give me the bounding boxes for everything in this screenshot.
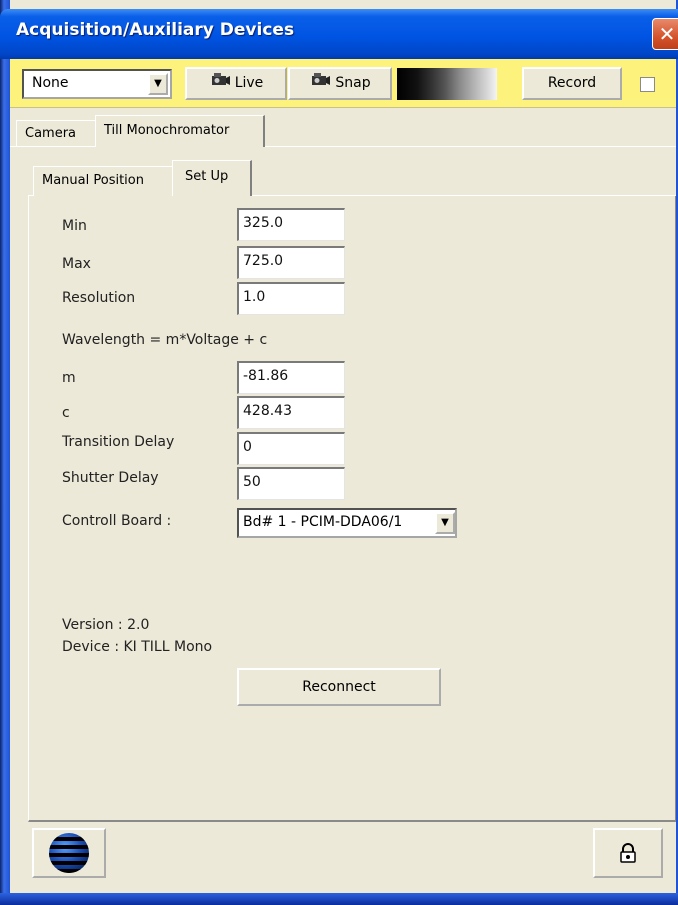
shutter-delay-field[interactable]: 50: [237, 467, 345, 500]
shutter-delay-label: Shutter Delay: [62, 470, 159, 486]
m-label: m: [62, 370, 76, 386]
record-checkbox[interactable]: [640, 77, 655, 92]
tab-camera[interactable]: Camera: [16, 120, 96, 146]
close-button[interactable]: ✕: [652, 18, 678, 50]
tab-till-monochromator-label: Till Monochromator: [104, 123, 230, 138]
transition-delay-label: Transition Delay: [62, 434, 175, 450]
padlock-icon: [620, 842, 636, 863]
intensity-gradient-bar: [397, 68, 497, 100]
snap-button-label: Snap: [335, 75, 371, 91]
transition-delay-field[interactable]: 0: [237, 432, 345, 465]
min-label: Min: [62, 218, 87, 234]
lock-button[interactable]: [593, 828, 663, 878]
reconnect-button[interactable]: Reconnect: [237, 668, 441, 706]
max-label: Max: [62, 256, 91, 272]
min-field[interactable]: 325.0: [237, 208, 345, 241]
m-field[interactable]: -81.86: [237, 361, 345, 394]
globe-logo-icon: [49, 833, 89, 873]
reconnect-button-label: Reconnect: [302, 679, 376, 695]
control-board-select[interactable]: Bd# 1 - PCIM-DDA06/1 ▼: [237, 508, 457, 538]
tab-till-monochromator[interactable]: Till Monochromator: [95, 115, 265, 147]
tab-manual-position[interactable]: Manual Position: [33, 166, 173, 196]
chevron-down-icon[interactable]: ▼: [435, 512, 455, 534]
snap-button[interactable]: Snap: [288, 67, 392, 100]
record-button[interactable]: Record: [522, 67, 622, 100]
window-title: Acquisition/Auxiliary Devices: [16, 20, 295, 40]
resolution-label: Resolution: [62, 290, 136, 306]
camera-icon: [309, 69, 331, 97]
c-label: c: [62, 405, 70, 421]
tab-set-up-label: Set Up: [185, 169, 229, 184]
camera-select[interactable]: None ▼: [22, 69, 172, 99]
chevron-down-icon[interactable]: ▼: [148, 73, 168, 95]
c-field[interactable]: 428.43: [237, 396, 345, 429]
tab-manual-position-label: Manual Position: [42, 173, 144, 188]
version-text: Version : 2.0: [62, 617, 150, 633]
camera-icon: [209, 69, 231, 97]
control-board-label: Controll Board :: [62, 513, 172, 529]
control-board-select-value: Bd# 1 - PCIM-DDA06/1: [243, 514, 403, 530]
resolution-field[interactable]: 1.0: [237, 282, 345, 315]
max-field[interactable]: 725.0: [237, 246, 345, 279]
live-button-label: Live: [234, 75, 264, 91]
tab-camera-label: Camera: [25, 126, 77, 141]
logo-button[interactable]: [32, 828, 106, 878]
window-frame-bottom: [0, 893, 678, 905]
camera-select-value: None: [32, 75, 69, 91]
tab-set-up[interactable]: Set Up: [172, 160, 252, 196]
close-icon: ✕: [658, 22, 676, 46]
device-text: Device : KI TILL Mono: [62, 639, 213, 655]
window-frame-left: [0, 0, 10, 905]
live-button[interactable]: Live: [185, 67, 287, 100]
wavelength-formula: Wavelength = m*Voltage + c: [62, 332, 268, 348]
record-button-label: Record: [547, 75, 597, 91]
